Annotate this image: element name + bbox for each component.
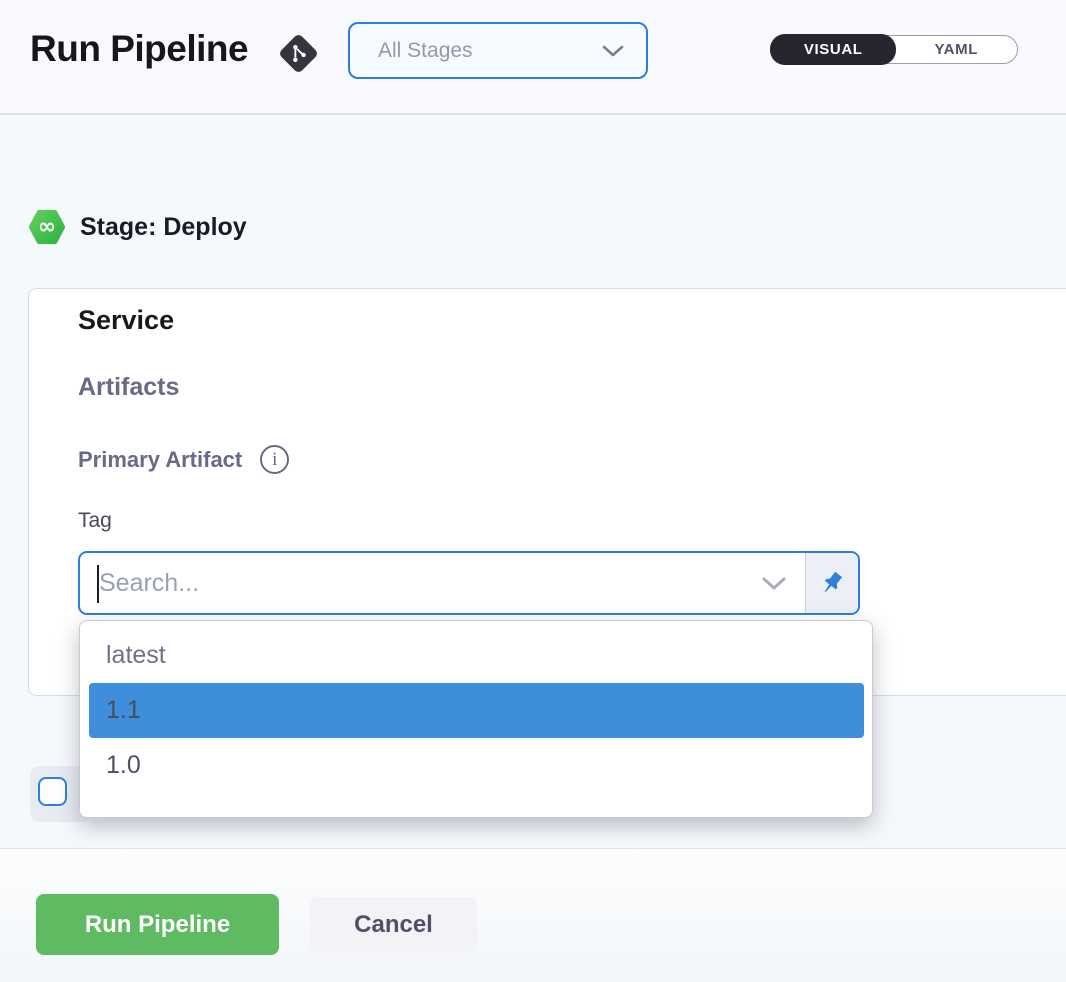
tag-option-1-0[interactable]: 1.0 bbox=[80, 738, 872, 793]
footer-bar: Run Pipeline Cancel bbox=[0, 848, 1066, 982]
tag-combobox bbox=[78, 551, 860, 615]
tag-options-menu: latest 1.1 1.0 bbox=[79, 620, 873, 818]
tag-search-input[interactable] bbox=[80, 553, 743, 613]
tab-visual[interactable]: VISUAL bbox=[770, 34, 896, 65]
primary-artifact-row: Primary Artifact i bbox=[78, 445, 289, 474]
tag-option-1-1[interactable]: 1.1 bbox=[89, 683, 864, 738]
tag-dropdown-chevron-zone[interactable] bbox=[743, 553, 805, 613]
artifacts-title: Artifacts bbox=[78, 373, 179, 402]
git-branch-glyph bbox=[288, 43, 309, 64]
tag-option-latest[interactable]: latest bbox=[80, 628, 872, 683]
stage-heading-label: Stage: Deploy bbox=[80, 213, 247, 242]
svg-text:∞: ∞ bbox=[38, 215, 56, 240]
stage-selector-value: All Stages bbox=[378, 39, 473, 63]
text-cursor bbox=[97, 565, 99, 603]
run-pipeline-button[interactable]: Run Pipeline bbox=[36, 894, 279, 955]
stage-selector-dropdown[interactable]: All Stages bbox=[348, 22, 648, 79]
git-icon bbox=[278, 33, 319, 74]
visual-yaml-toggle: VISUAL YAML bbox=[770, 35, 1018, 64]
pin-button[interactable] bbox=[805, 553, 858, 613]
chevron-down-icon bbox=[602, 44, 624, 58]
service-title: Service bbox=[78, 305, 174, 336]
info-icon[interactable]: i bbox=[260, 445, 289, 474]
header-bar: Run Pipeline All Stages VISUAL YAML bbox=[0, 0, 1066, 115]
tag-label: Tag bbox=[78, 509, 112, 533]
chevron-down-icon bbox=[762, 576, 786, 591]
tab-yaml[interactable]: YAML bbox=[895, 35, 1017, 64]
cancel-button[interactable]: Cancel bbox=[310, 897, 477, 953]
skip-checkbox[interactable] bbox=[38, 777, 67, 806]
cd-stage-icon: ∞ bbox=[28, 206, 66, 248]
page-title: Run Pipeline bbox=[30, 28, 248, 70]
tag-search-wrap bbox=[80, 553, 743, 613]
primary-artifact-label: Primary Artifact bbox=[78, 447, 242, 473]
stage-heading-row: ∞ Stage: Deploy bbox=[28, 206, 247, 248]
pin-icon bbox=[814, 565, 850, 601]
